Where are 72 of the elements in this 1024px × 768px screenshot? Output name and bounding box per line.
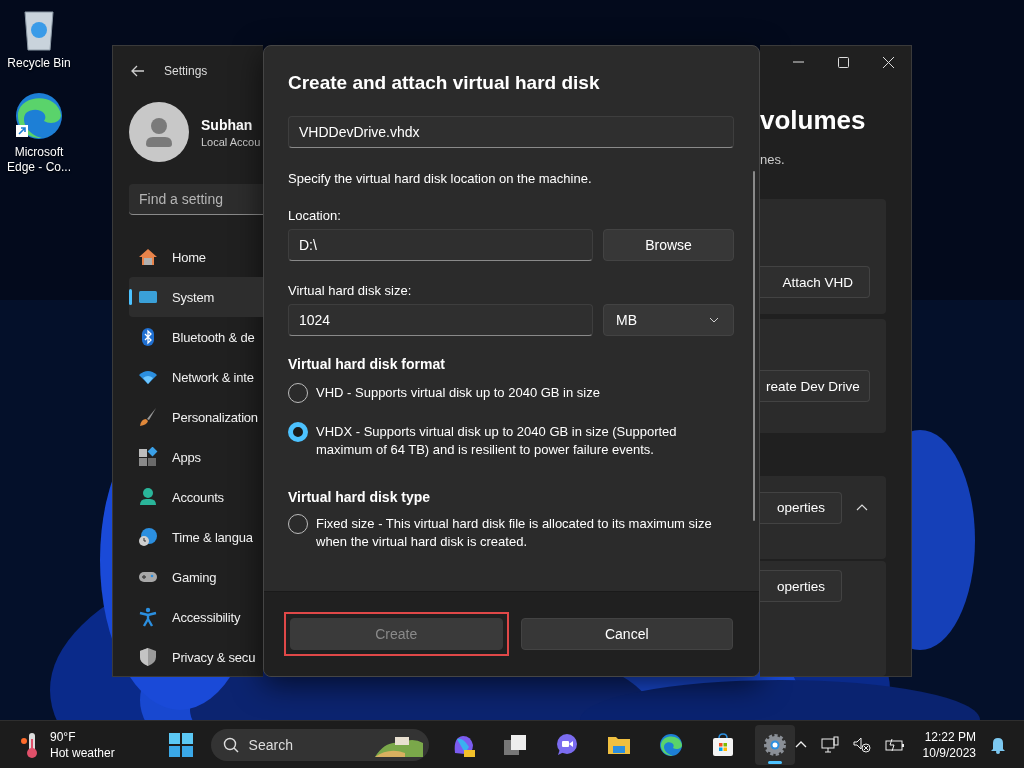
chevron-icon[interactable] — [856, 504, 868, 511]
scrollbar[interactable] — [753, 171, 755, 521]
browse-button[interactable]: Browse — [603, 229, 734, 261]
network-icon[interactable] — [820, 735, 839, 754]
nav-item[interactable]: Privacy & secu — [129, 637, 263, 676]
start-icon[interactable] — [168, 732, 193, 757]
apps-icon — [138, 447, 158, 467]
nav-item[interactable]: Accessibility — [129, 597, 263, 637]
taskbar-search-field[interactable]: Search — [210, 728, 429, 761]
bell-icon[interactable] — [990, 735, 1006, 754]
user-name: Subhan — [201, 116, 254, 133]
section-heading: Virtual hard disk format — [288, 356, 446, 372]
settings-search-field[interactable]: Find a setting — [129, 184, 263, 215]
dialog-title: Create and attach virtual hard disk — [288, 72, 601, 94]
maximize-icon[interactable] — [838, 56, 849, 68]
store-icon — [710, 732, 735, 757]
card-button[interactable]: operties — [760, 491, 842, 524]
page-description: nes. — [760, 152, 786, 167]
location-label: Location: — [288, 208, 342, 223]
search-icon — [222, 736, 239, 753]
nav-item[interactable]: Time & langua — [129, 517, 263, 557]
clock[interactable]: 12:22 PM 10/9/2023 — [922, 728, 976, 761]
volume-muted-icon[interactable] — [852, 736, 871, 753]
radio-label: Fixed size - This virtual hard disk file is allocated to its maximum size when the virtual hard disk is created. — [316, 515, 713, 551]
task-view-icon — [502, 732, 527, 757]
radio-label: VHDX - Supports virtual disk up to 2040 GB in size (Supported maximum of 64 TB) and is resilient to power failure events. — [316, 423, 678, 459]
browser-icon[interactable] — [14, 91, 64, 141]
nav-item[interactable]: Accounts — [129, 477, 263, 517]
weather-text[interactable]: Hot weather — [50, 744, 115, 761]
battery-icon[interactable] — [884, 737, 905, 752]
taskbar-app[interactable] — [754, 724, 795, 765]
window-title: Settings — [164, 64, 208, 78]
nav-item[interactable]: Apps — [129, 437, 263, 477]
chevron-up-icon[interactable] — [794, 741, 807, 748]
accessibility-icon — [138, 607, 158, 627]
browser-icon — [658, 732, 683, 757]
nav-item[interactable]: Network & inte — [129, 357, 263, 397]
avatar-icon — [129, 102, 189, 162]
hint-text: Specify the virtual hard disk location on the machine. — [288, 171, 593, 186]
video-chat-icon — [554, 732, 579, 757]
thermometer-icon[interactable] — [20, 730, 40, 759]
card-button[interactable]: operties — [760, 570, 842, 602]
size-field[interactable]: 1024 — [288, 304, 593, 336]
settings-icon — [762, 732, 787, 757]
radio-button[interactable] — [288, 422, 308, 442]
shield-icon — [138, 647, 158, 667]
radio-label: VHD - Supports virtual disk up to 2040 GB in size — [316, 384, 600, 402]
nav-item[interactable]: Gaming — [129, 557, 263, 597]
page-heading: volumes — [760, 105, 867, 136]
brush-icon — [138, 407, 158, 427]
house-icon — [138, 247, 158, 267]
section-heading: Virtual hard disk type — [288, 489, 432, 505]
chevron-down-icon — [709, 317, 719, 323]
nav-item[interactable]: Personalization — [129, 397, 263, 437]
unit-dropdown[interactable]: MB — [603, 304, 734, 336]
size-label: Virtual hard disk size: — [288, 283, 413, 298]
back-icon[interactable] — [131, 65, 145, 77]
cancel-button[interactable]: Cancel — [520, 618, 733, 650]
name-field[interactable]: VHDDevDrive.vhdx — [288, 116, 734, 148]
desktop-icon-label[interactable]: Recycle Bin — [2, 56, 76, 71]
temperature-text[interactable]: 90°F — [50, 728, 115, 745]
globe-clock-icon — [138, 527, 158, 547]
card-button[interactable]: Attach VHD — [760, 266, 870, 298]
nav-item[interactable]: System — [129, 277, 263, 317]
close-icon[interactable] — [883, 56, 894, 68]
location-field[interactable]: D:\ — [288, 229, 593, 261]
desktop-icon-label[interactable]: Microsoft Edge - Co... — [2, 145, 76, 175]
nav-item[interactable]: Bluetooth & de — [129, 317, 263, 357]
person-icon — [138, 487, 158, 507]
account-type: Local Accou — [201, 135, 261, 148]
card-button[interactable]: reate Dev Drive — [760, 370, 870, 402]
nav-item[interactable]: Home — [129, 237, 263, 277]
